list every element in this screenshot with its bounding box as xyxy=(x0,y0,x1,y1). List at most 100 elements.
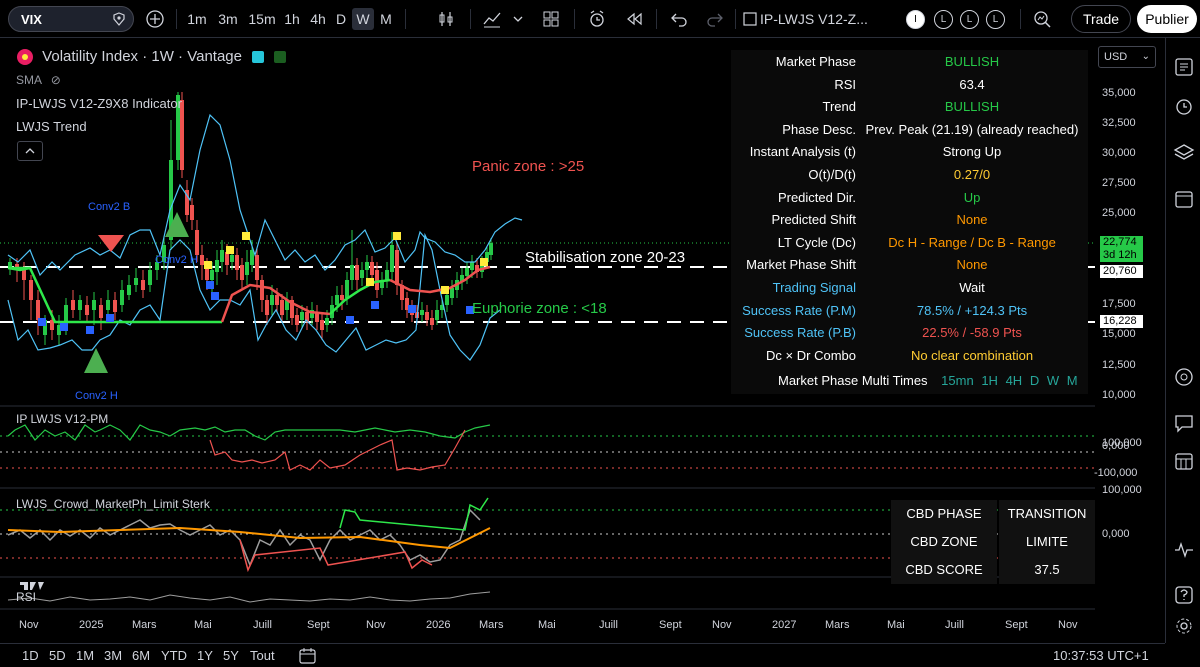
calendar-grid-icon[interactable] xyxy=(1173,450,1195,472)
layers-icon[interactable] xyxy=(1173,142,1195,164)
interval-d[interactable]: D xyxy=(333,8,349,30)
active-indicator-name[interactable]: IP-LWJS V12-Z... xyxy=(760,8,868,30)
info-row: Predicted Shift None xyxy=(731,209,1088,231)
time-label: Mars xyxy=(825,619,850,631)
settings-icon[interactable] xyxy=(1173,615,1195,637)
interval-m[interactable]: M xyxy=(377,8,395,30)
alert-icon[interactable] xyxy=(587,9,607,29)
range-button-5y[interactable]: 5Y xyxy=(223,648,239,663)
target-icon[interactable] xyxy=(1173,366,1195,388)
candle-body xyxy=(235,255,239,270)
interval-3m[interactable]: 3m xyxy=(214,8,242,30)
info-key: RSI xyxy=(834,76,856,92)
candle-body xyxy=(255,255,259,280)
mh-marker xyxy=(60,323,68,331)
indicators-icon[interactable] xyxy=(482,9,502,29)
alert-badge-l3[interactable]: L xyxy=(986,10,1005,29)
eye-off-icon[interactable]: ⊘ xyxy=(51,73,61,87)
crowd-up-line xyxy=(339,497,489,531)
checkbox-icon[interactable] xyxy=(742,9,758,29)
price-label: 17,500 xyxy=(1102,298,1136,310)
crowd-signal-line xyxy=(7,526,491,550)
info-key: Predicted Shift xyxy=(771,212,856,228)
zoom-icon[interactable] xyxy=(1032,9,1052,29)
candle-body xyxy=(190,205,194,220)
layouts-icon[interactable] xyxy=(541,9,561,29)
pm-pane-label[interactable]: IP LWJS V12-PM xyxy=(16,412,108,426)
pm-scale-label: -100,000 xyxy=(1094,467,1138,479)
range-button-6m[interactable]: 6M xyxy=(132,648,150,663)
price-label: 35,000 xyxy=(1102,87,1136,99)
candle-body xyxy=(430,318,434,325)
chevron-down-icon[interactable] xyxy=(508,9,528,29)
range-button-ytd[interactable]: YTD xyxy=(161,648,187,663)
tf-4h: 4H xyxy=(1005,373,1023,388)
pulse-icon[interactable] xyxy=(1173,539,1195,561)
volatility-logo-icon xyxy=(17,49,33,66)
cbd-key: CBD PHASE xyxy=(891,500,997,528)
search-icon[interactable] xyxy=(111,11,127,27)
candle-body xyxy=(465,268,469,276)
alert-badge-l1[interactable]: L xyxy=(934,10,953,29)
redo-icon[interactable] xyxy=(705,9,725,29)
range-button-3m[interactable]: 3M xyxy=(104,648,122,663)
interval-w[interactable]: W xyxy=(352,8,374,30)
publish-button[interactable]: Publier xyxy=(1137,5,1197,33)
candles-icon[interactable] xyxy=(436,9,456,29)
range-button-1d[interactable]: 1D xyxy=(22,648,39,663)
euphorie-zone-label: Euphorie zone : <18 xyxy=(472,300,607,317)
interval-1m[interactable]: 1m xyxy=(184,8,210,30)
time-label: Nov xyxy=(1058,619,1078,631)
stabilisation-zone-label: Stabilisation zone 20-23 xyxy=(525,249,686,266)
alert-badge-l2[interactable]: L xyxy=(960,10,979,29)
conv2-h-label: Conv2 H xyxy=(155,254,198,266)
toolbar-separator xyxy=(470,9,471,29)
flag-icon[interactable] xyxy=(252,51,265,64)
interval-15m[interactable]: 15m xyxy=(246,8,278,30)
upper-band xyxy=(7,113,523,277)
time-label: Mai xyxy=(887,619,905,631)
rsi-pane-label[interactable]: RSI xyxy=(16,590,36,604)
price-tag-value: 16,228 xyxy=(1103,315,1137,327)
date-range-icon[interactable] xyxy=(298,647,318,665)
time-label: Juill xyxy=(599,619,618,631)
trend-legend[interactable]: LWJS Trend xyxy=(16,119,87,134)
toolbar-separator xyxy=(574,9,575,29)
clock-time[interactable]: 10:37:53 UTC+1 xyxy=(1053,648,1149,663)
info-row: LT Cycle (Dc) Dc H - Range / Dc B - Range xyxy=(731,232,1088,254)
info-value: 22.5% / -58.9 Pts xyxy=(922,325,1022,341)
market-status-icon[interactable] xyxy=(274,51,287,64)
range-button-1m[interactable]: 1M xyxy=(76,648,94,663)
sma-legend[interactable]: SMA ⊘ xyxy=(16,73,61,87)
range-button-1y[interactable]: 1Y xyxy=(197,648,213,663)
interval-1h[interactable]: 1h xyxy=(281,8,303,30)
info-key: Phase Desc. xyxy=(782,121,856,137)
range-button-5d[interactable]: 5D xyxy=(49,648,66,663)
candle-body xyxy=(325,318,329,325)
interval-4h[interactable]: 4h xyxy=(307,8,329,30)
rsi-line xyxy=(7,591,491,603)
info-key: Trend xyxy=(822,99,856,115)
trade-button[interactable]: Trade xyxy=(1071,5,1131,33)
watchlist-icon[interactable] xyxy=(1173,56,1195,78)
indicator-legend[interactable]: IP-LWJS V12-Z9X8 Indicator xyxy=(16,96,182,111)
symbol-search[interactable]: VIX xyxy=(8,6,134,32)
undo-icon[interactable] xyxy=(669,9,689,29)
calendar-icon[interactable] xyxy=(1173,188,1195,210)
right-sidebar xyxy=(1165,38,1200,643)
collapse-legend-button[interactable] xyxy=(17,141,43,161)
chat-icon[interactable] xyxy=(1173,412,1195,434)
alert-badge-i[interactable]: I xyxy=(906,10,925,29)
add-symbol-icon[interactable] xyxy=(145,9,165,29)
candle-body xyxy=(113,300,117,312)
range-button-tout[interactable]: Tout xyxy=(250,648,275,663)
time-label: Mars xyxy=(479,619,504,631)
market-phase-table: Market Phase BULLISH RSI 63.4 Trend BULLISH Ph… xyxy=(731,50,1088,394)
help-icon[interactable] xyxy=(1173,584,1195,606)
multi-times-frames: 15mn 1H 4H D W M xyxy=(937,373,1077,388)
replay-icon[interactable] xyxy=(624,9,644,29)
currency-selector[interactable]: USD ⌄ xyxy=(1098,46,1156,68)
alarm-clock-icon[interactable] xyxy=(1173,95,1195,117)
conv2-b-label: Conv2 B xyxy=(88,201,131,213)
crowd-pane-label[interactable]: LWJS_Crowd_MarketPh_Limit Sterk xyxy=(16,497,210,511)
